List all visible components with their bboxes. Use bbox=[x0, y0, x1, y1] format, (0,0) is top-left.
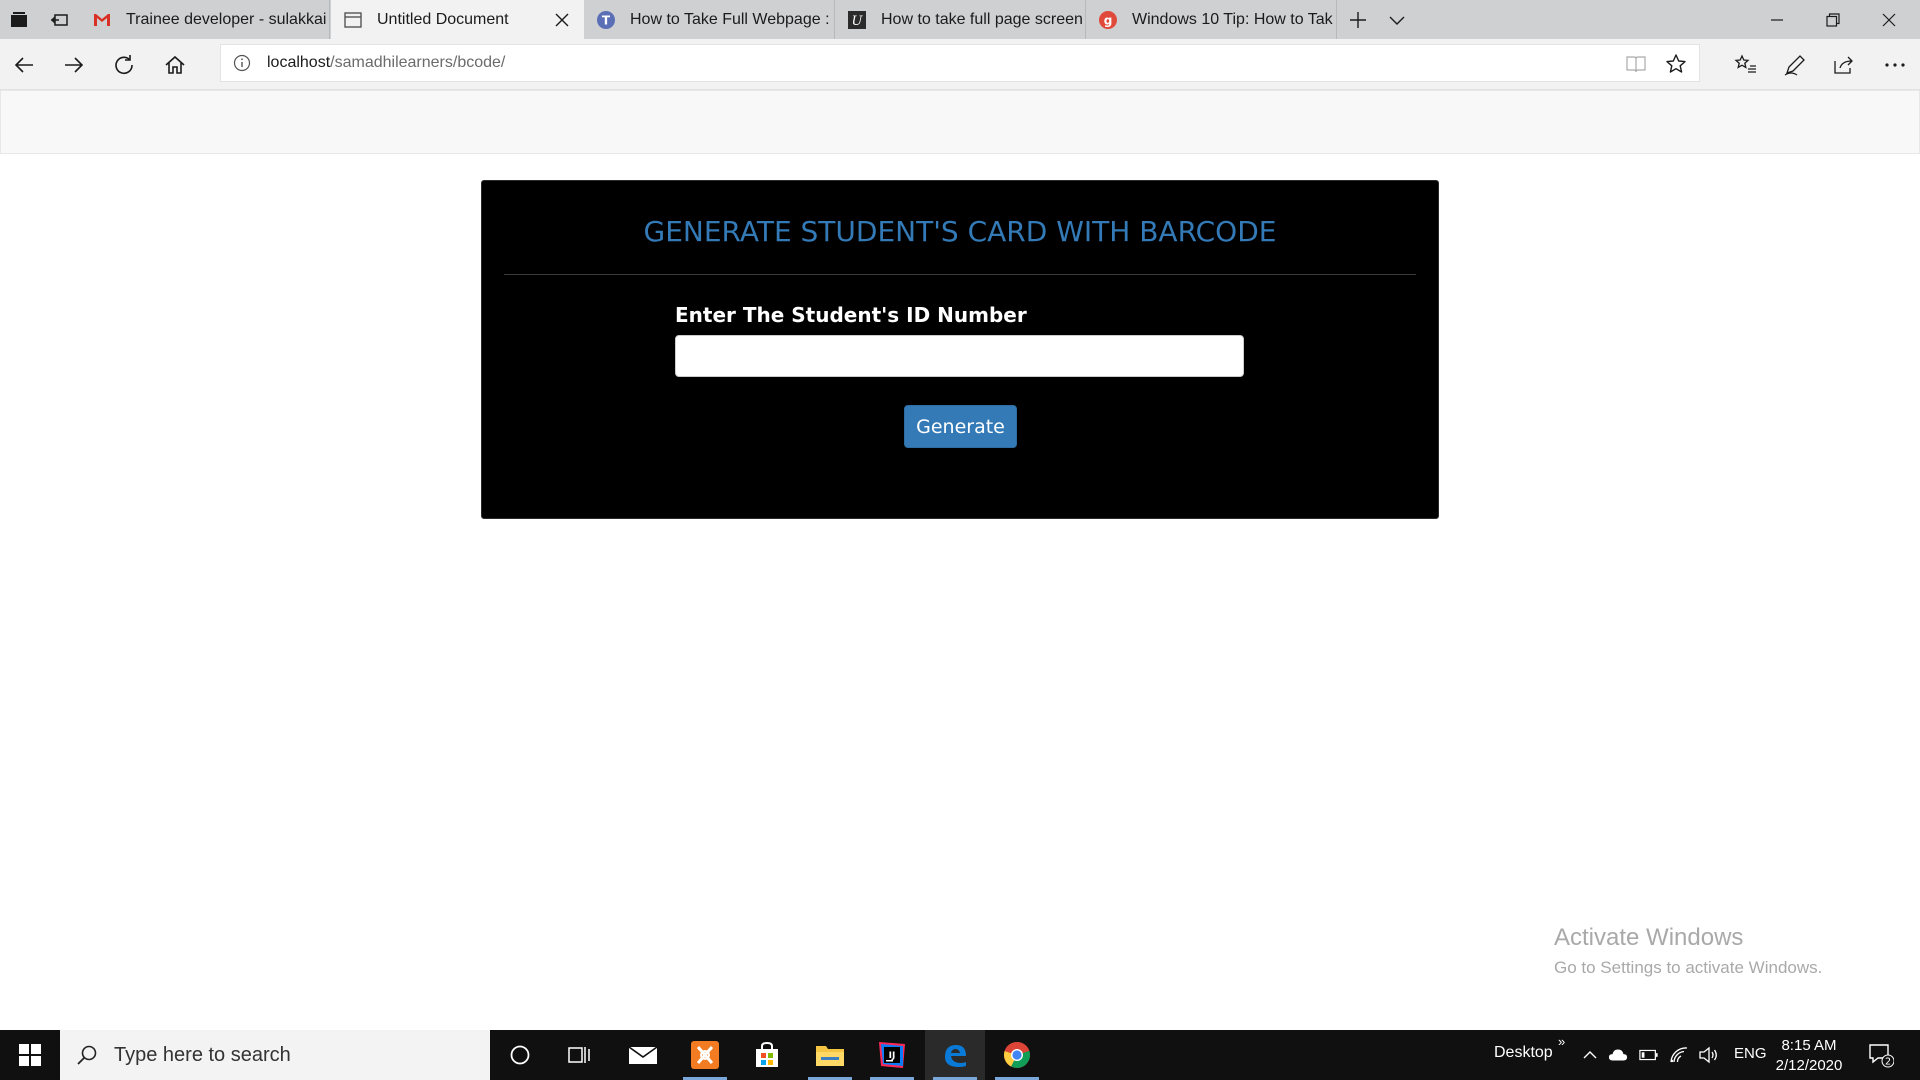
tab-full-webpage[interactable]: T How to Take Full Webpage : bbox=[584, 0, 835, 39]
pen-notes-icon[interactable] bbox=[1782, 52, 1808, 78]
taskbar-search[interactable]: Type here to search bbox=[60, 1030, 490, 1080]
site-g-icon: g bbox=[1098, 10, 1118, 30]
student-id-input[interactable] bbox=[675, 335, 1244, 377]
url-path: /samadhilearners/bcode/ bbox=[330, 54, 506, 71]
share-icon[interactable] bbox=[1831, 52, 1857, 78]
file-explorer-icon[interactable] bbox=[800, 1030, 860, 1080]
notification-count: 2 bbox=[1885, 1057, 1891, 1068]
tab-label: Untitled Document bbox=[377, 10, 509, 28]
cortana-icon[interactable] bbox=[490, 1030, 550, 1080]
page-icon bbox=[343, 10, 363, 30]
store-icon[interactable] bbox=[737, 1030, 797, 1080]
more-options-icon[interactable] bbox=[1882, 52, 1908, 78]
generate-button[interactable]: Generate bbox=[904, 405, 1017, 448]
watermark-title: Activate Windows bbox=[1554, 924, 1744, 951]
page-title: GENERATE STUDENT'S CARD WITH BARCODE bbox=[643, 215, 1277, 248]
student-id-label: Enter The Student's ID Number bbox=[675, 303, 1027, 327]
battery-icon[interactable] bbox=[1639, 1045, 1659, 1065]
navigation-bar: localhost/samadhilearners/bcode/ bbox=[0, 39, 1920, 90]
info-icon[interactable] bbox=[233, 54, 251, 72]
watermark-subtitle: Go to Settings to activate Windows. bbox=[1554, 958, 1823, 977]
tab-gmail[interactable]: Trainee developer - sulakkai bbox=[80, 0, 330, 39]
gmail-icon bbox=[92, 10, 112, 30]
activate-windows-watermark: Activate Windows Go to Settings to activ… bbox=[1554, 924, 1822, 978]
clock-date: 2/12/2020 bbox=[1775, 1057, 1843, 1074]
svg-text:IJ: IJ bbox=[889, 1051, 896, 1061]
tab-full-page-screen[interactable]: U How to take full page screen bbox=[835, 0, 1086, 39]
svg-text:g: g bbox=[1104, 13, 1113, 27]
tab-label: How to take full page screen bbox=[881, 10, 1083, 28]
favorites-hub-icon[interactable] bbox=[1733, 52, 1759, 78]
url-text[interactable]: localhost/samadhilearners/bcode/ bbox=[267, 54, 505, 72]
taskbar: Type here to search IJ Desktop » ENG 8:1… bbox=[0, 1030, 1920, 1080]
edge-browser-icon[interactable] bbox=[925, 1030, 985, 1080]
tab-untitled-document[interactable]: Untitled Document bbox=[331, 0, 584, 39]
chrome-icon[interactable] bbox=[987, 1030, 1047, 1080]
tab-strip: Trainee developer - sulakkai Untitled Do… bbox=[0, 0, 1920, 39]
url-host: localhost bbox=[267, 54, 331, 71]
start-button[interactable] bbox=[0, 1030, 60, 1080]
action-center-icon[interactable]: 2 bbox=[1868, 1042, 1894, 1068]
task-view-icon[interactable] bbox=[550, 1030, 610, 1080]
language-indicator[interactable]: ENG bbox=[1734, 1045, 1767, 1062]
tab-label: Trainee developer - sulakkai bbox=[126, 10, 327, 28]
chevron-down-icon[interactable] bbox=[1386, 9, 1408, 31]
site-t-icon: T bbox=[596, 10, 616, 30]
tabs-aside-icon[interactable] bbox=[9, 10, 29, 30]
restore-window-icon[interactable] bbox=[1805, 0, 1861, 39]
new-tab-icon[interactable] bbox=[1347, 9, 1369, 31]
barcode-form-card: GENERATE STUDENT'S CARD WITH BARCODE Ent… bbox=[481, 180, 1439, 519]
minimize-icon[interactable] bbox=[1749, 0, 1805, 39]
xampp-icon[interactable] bbox=[675, 1030, 735, 1080]
home-icon[interactable] bbox=[162, 52, 188, 78]
address-bar[interactable]: localhost/samadhilearners/bcode/ bbox=[220, 44, 1700, 82]
forward-icon[interactable] bbox=[61, 52, 87, 78]
onedrive-cloud-icon[interactable] bbox=[1608, 1045, 1628, 1065]
divider bbox=[504, 274, 1416, 275]
refresh-icon[interactable] bbox=[111, 52, 137, 78]
wifi-icon[interactable] bbox=[1669, 1045, 1689, 1065]
svg-text:U: U bbox=[852, 14, 864, 29]
clock-time: 8:15 AM bbox=[1781, 1037, 1837, 1054]
page-navbar bbox=[0, 90, 1920, 154]
show-hidden-icons-chevron-up-icon[interactable] bbox=[1580, 1045, 1600, 1065]
reading-view-icon[interactable] bbox=[1625, 54, 1647, 74]
back-icon[interactable] bbox=[11, 52, 37, 78]
close-window-icon[interactable] bbox=[1861, 0, 1917, 39]
windows-logo-icon bbox=[19, 1044, 41, 1066]
desktop-toolbar-label[interactable]: Desktop bbox=[1494, 1044, 1553, 1062]
intellij-icon[interactable]: IJ bbox=[862, 1030, 922, 1080]
tab-label: Windows 10 Tip: How to Tak bbox=[1132, 10, 1333, 28]
search-placeholder: Type here to search bbox=[114, 1043, 291, 1066]
mail-icon[interactable] bbox=[613, 1030, 673, 1080]
favorite-star-icon[interactable] bbox=[1665, 53, 1687, 75]
search-icon bbox=[74, 1042, 100, 1068]
volume-icon[interactable] bbox=[1698, 1045, 1718, 1065]
site-u-icon: U bbox=[847, 10, 867, 30]
close-tab-icon[interactable] bbox=[552, 10, 572, 30]
tab-label: How to Take Full Webpage : bbox=[630, 10, 830, 28]
tab-windows-10-tip[interactable]: g Windows 10 Tip: How to Tak bbox=[1086, 0, 1337, 39]
toolbar-expand-icon[interactable]: » bbox=[1558, 1034, 1565, 1049]
svg-text:T: T bbox=[602, 13, 611, 27]
clock[interactable]: 8:15 AM 2/12/2020 bbox=[1774, 1036, 1844, 1076]
restore-tabs-icon[interactable] bbox=[49, 10, 69, 30]
